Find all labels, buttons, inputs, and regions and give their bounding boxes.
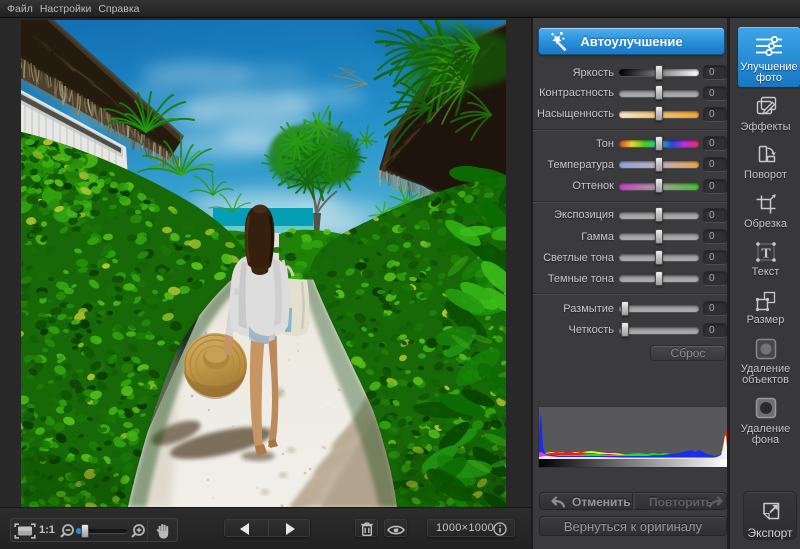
- svg-text:T: T: [761, 247, 771, 262]
